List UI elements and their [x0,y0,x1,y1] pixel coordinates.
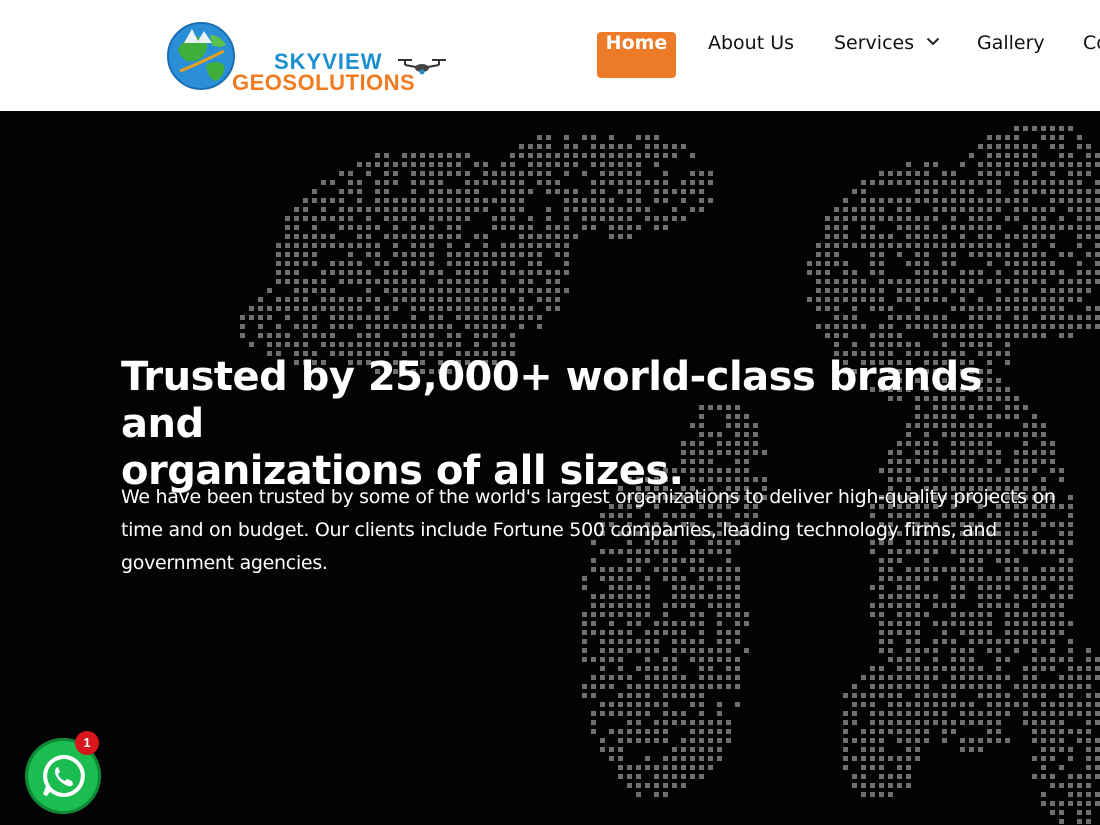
nav-services-label: Services [834,32,915,54]
hero-section: Trusted by 25,000+ world-class brands an… [0,111,1100,825]
logo-text-geosolutions: GEOSOLUTIONS [232,70,416,95]
drone-icon [398,59,446,75]
hero-description: We have been trusted by some of the worl… [121,481,1096,580]
site-header: SKYVIEW GEOSOLUTIONS Home About Us Servi… [0,0,1100,111]
chevron-down-icon [926,37,940,46]
nav-gallery[interactable]: Gallery [977,32,1045,78]
globe-logo-icon [167,22,235,90]
hero-title: Trusted by 25,000+ world-class brands an… [121,354,1051,495]
hero-text-line-3: government agencies. [121,552,328,574]
notification-badge: 1 [75,731,99,755]
whatsapp-icon [43,754,85,797]
site-logo[interactable]: SKYVIEW GEOSOLUTIONS [166,17,448,95]
hero-text-line-1: We have been trusted by some of the worl… [121,486,1056,508]
nav-contact[interactable]: Co [1083,32,1100,78]
hero-title-line-1: Trusted by 25,000+ world-class brands an… [121,354,982,447]
nav-about-us[interactable]: About Us [708,32,794,78]
hero-text-line-2: time and on budget. Our clients include … [121,519,997,541]
nav-home[interactable]: Home [597,32,676,78]
nav-services[interactable]: Services [834,32,940,78]
